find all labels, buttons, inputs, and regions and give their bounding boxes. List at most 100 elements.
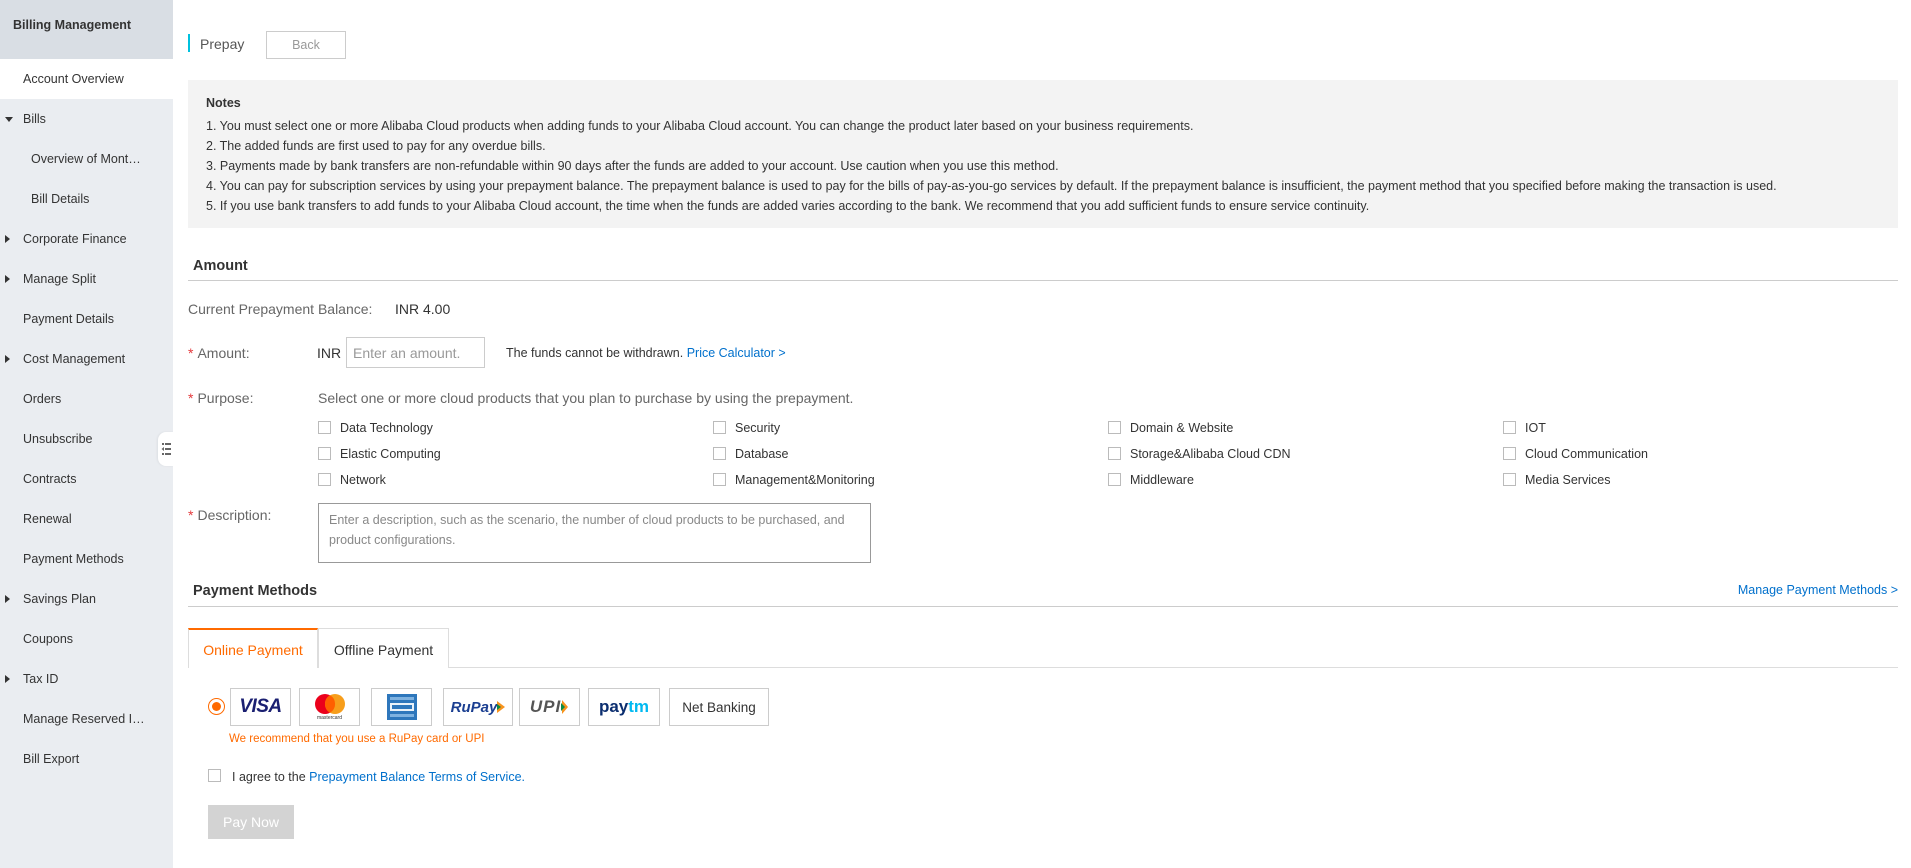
- product-checkbox-storage-cdn[interactable]: Storage&Alibaba Cloud CDN: [1108, 447, 1291, 463]
- paytm-option[interactable]: paytm: [588, 688, 660, 726]
- product-checkbox-elastic-computing[interactable]: Elastic Computing: [318, 447, 441, 463]
- sidebar-item-label: Contracts: [23, 472, 77, 486]
- checkbox[interactable]: [1503, 421, 1516, 434]
- sidebar-item-cost-management[interactable]: Cost Management: [0, 339, 173, 379]
- sidebar-item-bill-details[interactable]: Bill Details: [0, 179, 173, 219]
- sidebar-item-overview-of-monthly[interactable]: Overview of Mont…: [0, 139, 173, 179]
- checkbox-label: Data Technology: [340, 421, 433, 435]
- rupay-option[interactable]: RuPay: [443, 688, 513, 726]
- agree-terms-checkbox[interactable]: [208, 769, 221, 782]
- checkbox-label: Management&Monitoring: [735, 473, 875, 487]
- sidebar-item-account-overview[interactable]: Account Overview: [0, 59, 173, 99]
- mastercard-option[interactable]: mastercard: [299, 688, 360, 726]
- sidebar-item-payment-methods[interactable]: Payment Methods: [0, 539, 173, 579]
- checkbox[interactable]: [1503, 473, 1516, 486]
- product-checkbox-network[interactable]: Network: [318, 473, 386, 489]
- mastercard-logo-icon: [314, 694, 345, 714]
- checkbox[interactable]: [318, 447, 331, 460]
- caret-down-icon: [5, 117, 13, 122]
- tab-offline-payment[interactable]: Offline Payment: [318, 628, 449, 668]
- sidebar-item-savings-plan[interactable]: Savings Plan: [0, 579, 173, 619]
- sidebar-item-label: Savings Plan: [23, 592, 96, 606]
- upi-arrow-icon: [561, 700, 569, 714]
- sidebar-item-label: Renewal: [23, 512, 72, 526]
- collapse-menu-icon: [161, 443, 171, 455]
- pay-now-button[interactable]: Pay Now: [208, 805, 294, 839]
- terms-of-service-link[interactable]: Prepayment Balance Terms of Service.: [309, 770, 525, 784]
- sidebar-item-unsubscribe[interactable]: Unsubscribe: [0, 419, 173, 459]
- note-line: 3. Payments made by bank transfers are n…: [206, 159, 1059, 173]
- product-checkbox-media-services[interactable]: Media Services: [1503, 473, 1610, 489]
- checkbox[interactable]: [713, 447, 726, 460]
- checkbox[interactable]: [713, 421, 726, 434]
- note-line: 5. If you use bank transfers to add fund…: [206, 199, 1370, 213]
- note-line: 4. You can pay for subscription services…: [206, 179, 1777, 193]
- checkbox[interactable]: [1108, 473, 1121, 486]
- visa-card-option[interactable]: VISA: [230, 688, 291, 726]
- currency-label: INR: [317, 345, 342, 361]
- amount-label: * Amount:: [188, 345, 250, 361]
- sidebar-item-renewal[interactable]: Renewal: [0, 499, 173, 539]
- net-banking-option[interactable]: Net Banking: [669, 688, 769, 726]
- sidebar-item-payment-details[interactable]: Payment Details: [0, 299, 173, 339]
- sidebar-item-manage-split[interactable]: Manage Split: [0, 259, 173, 299]
- recommend-text: We recommend that you use a RuPay card o…: [229, 733, 485, 745]
- sidebar-collapse-toggle[interactable]: [158, 432, 174, 466]
- sidebar-item-coupons[interactable]: Coupons: [0, 619, 173, 659]
- sidebar-item-label: Tax ID: [23, 672, 59, 686]
- amount-label-text: Amount:: [197, 345, 250, 361]
- sidebar-item-orders[interactable]: Orders: [0, 379, 173, 419]
- checkbox[interactable]: [1108, 421, 1121, 434]
- upi-logo: UPI: [529, 697, 562, 716]
- product-checkbox-security[interactable]: Security: [713, 421, 780, 437]
- title-accent-bar: [188, 34, 190, 52]
- checkbox[interactable]: [1108, 447, 1121, 460]
- sidebar-item-label: Bills: [23, 112, 46, 126]
- main-content: Prepay Back Notes 1. You must select one…: [173, 0, 1911, 868]
- checkbox[interactable]: [318, 421, 331, 434]
- sidebar-item-manage-reserved[interactable]: Manage Reserved I…: [0, 699, 173, 739]
- sidebar-item-corporate-finance[interactable]: Corporate Finance: [0, 219, 173, 259]
- product-checkbox-cloud-communication[interactable]: Cloud Communication: [1503, 447, 1648, 463]
- sidebar-item-label: Bill Export: [23, 752, 80, 766]
- caret-right-icon: [5, 595, 10, 603]
- caret-right-icon: [5, 275, 10, 283]
- amount-section-heading: Amount: [193, 258, 248, 274]
- price-calculator-link[interactable]: Price Calculator >: [687, 346, 786, 360]
- paytm-tm-text: tm: [628, 697, 650, 716]
- paytm-pay-text: pay: [598, 697, 629, 716]
- sidebar-item-bills[interactable]: Bills: [0, 99, 173, 139]
- tab-online-payment[interactable]: Online Payment: [188, 628, 318, 668]
- product-checkbox-domain-website[interactable]: Domain & Website: [1108, 421, 1233, 437]
- sidebar-item-label: Coupons: [23, 632, 74, 646]
- sidebar-title: Billing Management: [0, 0, 173, 59]
- back-button[interactable]: Back: [266, 31, 346, 59]
- sidebar: Billing Management Account Overview Bill…: [0, 0, 173, 868]
- amount-input[interactable]: [346, 337, 485, 368]
- page-title: Prepay: [200, 36, 245, 52]
- amex-logo-icon: [386, 694, 417, 720]
- product-checkbox-middleware[interactable]: Middleware: [1108, 473, 1194, 489]
- sidebar-item-label: Orders: [23, 392, 62, 406]
- product-checkbox-database[interactable]: Database: [713, 447, 789, 463]
- balance-value: INR 4.00: [395, 301, 451, 317]
- amex-card-option[interactable]: [371, 688, 432, 726]
- checkbox[interactable]: [713, 473, 726, 486]
- checkbox[interactable]: [1503, 447, 1516, 460]
- sidebar-item-contracts[interactable]: Contracts: [0, 459, 173, 499]
- required-mark: *: [188, 390, 194, 406]
- sidebar-item-tax-id[interactable]: Tax ID: [0, 659, 173, 699]
- upi-option[interactable]: UPI: [519, 688, 580, 726]
- product-checkbox-management-monitoring[interactable]: Management&Monitoring: [713, 473, 875, 489]
- checkbox[interactable]: [318, 473, 331, 486]
- online-payment-radio[interactable]: [208, 698, 225, 715]
- description-textarea[interactable]: [318, 503, 871, 563]
- product-checkbox-data-technology[interactable]: Data Technology: [318, 421, 433, 437]
- manage-payment-methods-link[interactable]: Manage Payment Methods >: [1738, 583, 1898, 597]
- sidebar-item-bill-export[interactable]: Bill Export: [0, 739, 173, 779]
- product-checkbox-iot[interactable]: IOT: [1503, 421, 1546, 437]
- section-divider: [188, 606, 1898, 607]
- checkbox-label: Middleware: [1130, 473, 1194, 487]
- sidebar-item-label: Manage Split: [23, 272, 96, 286]
- sidebar-item-label: Overview of Mont…: [31, 152, 141, 166]
